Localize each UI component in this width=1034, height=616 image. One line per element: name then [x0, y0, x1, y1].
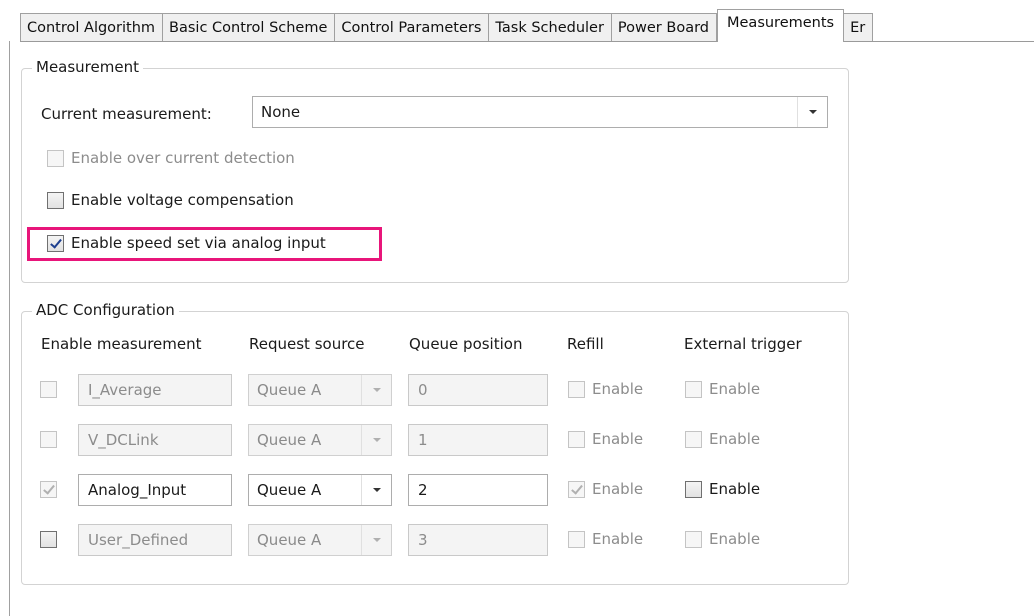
checkbox-box[interactable]	[40, 531, 57, 548]
checkbox-box[interactable]	[47, 191, 64, 209]
chevron-down-icon[interactable]	[797, 97, 827, 127]
chevron-down-icon[interactable]	[361, 425, 391, 455]
measurement-name-field[interactable]: V_DCLink	[78, 424, 232, 456]
checkbox-box[interactable]	[40, 381, 57, 398]
voltage-compensation-label: Enable voltage compensation	[71, 191, 294, 209]
over-current-label: Enable over current detection	[71, 149, 295, 167]
tab-measurements[interactable]: Measurements	[717, 9, 845, 42]
external-trigger-label: Enable	[709, 480, 761, 498]
external-trigger-checkbox[interactable]: Enable	[685, 380, 760, 398]
tab-bar: Control Algorithm Basic Control Scheme C…	[20, 9, 1034, 42]
measurement-group-title: Measurement	[32, 58, 143, 76]
current-measurement-select[interactable]: None	[252, 96, 828, 128]
chevron-down-icon[interactable]	[361, 475, 391, 505]
request-source-select[interactable]: Queue A	[248, 474, 392, 506]
checkbox-box[interactable]	[47, 234, 64, 252]
external-trigger-label: Enable	[709, 430, 761, 448]
enable-measurement-checkbox[interactable]	[40, 381, 64, 398]
request-source-select[interactable]: Queue A	[248, 424, 392, 456]
checkbox-box[interactable]	[685, 430, 702, 448]
queue-position-field[interactable]: 3	[408, 524, 548, 556]
refill-label: Enable	[592, 430, 644, 448]
request-source-value: Queue A	[257, 481, 322, 499]
speed-analog-checkbox[interactable]: Enable speed set via analog input	[47, 234, 326, 252]
checkbox-box[interactable]	[568, 530, 585, 548]
column-header-enable: Enable measurement	[41, 335, 202, 353]
voltage-compensation-checkbox[interactable]: Enable voltage compensation	[47, 191, 294, 209]
tab-control-parameters[interactable]: Control Parameters	[335, 13, 490, 41]
tab-power-board[interactable]: Power Board	[611, 13, 717, 41]
external-trigger-checkbox[interactable]: Enable	[685, 430, 760, 448]
measurement-name-field[interactable]: User_Defined	[78, 524, 232, 556]
queue-position-field[interactable]: 0	[408, 374, 548, 406]
queue-position-field[interactable]: 2	[408, 474, 548, 506]
column-header-trigger: External trigger	[684, 335, 802, 353]
over-current-checkbox[interactable]: Enable over current detection	[47, 149, 295, 167]
request-source-select[interactable]: Queue A	[248, 524, 392, 556]
enable-measurement-checkbox[interactable]	[40, 431, 64, 448]
refill-label: Enable	[592, 530, 644, 548]
refill-checkbox[interactable]: Enable	[568, 480, 643, 498]
tab-errors[interactable]: Er	[844, 13, 874, 41]
current-measurement-value: None	[261, 103, 301, 121]
refill-checkbox[interactable]: Enable	[568, 430, 643, 448]
refill-checkbox[interactable]: Enable	[568, 380, 643, 398]
column-header-queue: Queue position	[409, 335, 523, 353]
checkbox-box[interactable]	[40, 431, 57, 448]
refill-label: Enable	[592, 380, 644, 398]
checkbox-box[interactable]	[685, 480, 702, 498]
column-header-refill: Refill	[567, 335, 604, 353]
tab-basic-control-scheme[interactable]: Basic Control Scheme	[163, 13, 336, 41]
enable-measurement-checkbox[interactable]	[40, 531, 64, 548]
request-source-value: Queue A	[257, 381, 322, 399]
checkbox-box[interactable]	[685, 380, 702, 398]
current-measurement-label: Current measurement:	[41, 105, 212, 123]
checkbox-box[interactable]	[568, 480, 585, 498]
external-trigger-label: Enable	[709, 380, 761, 398]
enable-measurement-checkbox[interactable]	[40, 481, 64, 498]
column-header-request: Request source	[249, 335, 365, 353]
checkbox-box[interactable]	[40, 481, 57, 498]
refill-label: Enable	[592, 480, 644, 498]
tab-control-algorithm[interactable]: Control Algorithm	[20, 13, 164, 41]
request-source-value: Queue A	[257, 531, 322, 549]
adc-configuration-title: ADC Configuration	[32, 301, 179, 319]
request-source-select[interactable]: Queue A	[248, 374, 392, 406]
external-trigger-checkbox[interactable]: Enable	[685, 480, 760, 498]
checkbox-box[interactable]	[568, 430, 585, 448]
checkbox-box[interactable]	[568, 380, 585, 398]
checkbox-box[interactable]	[685, 530, 702, 548]
measurement-name-field[interactable]: I_Average	[78, 374, 232, 406]
measurement-name-field[interactable]: Analog_Input	[78, 474, 232, 506]
request-source-value: Queue A	[257, 431, 322, 449]
checkbox-box[interactable]	[47, 149, 64, 167]
refill-checkbox[interactable]: Enable	[568, 530, 643, 548]
speed-analog-label: Enable speed set via analog input	[71, 234, 326, 252]
chevron-down-icon[interactable]	[361, 525, 391, 555]
queue-position-field[interactable]: 1	[408, 424, 548, 456]
tab-task-scheduler[interactable]: Task Scheduler	[489, 13, 612, 41]
external-trigger-checkbox[interactable]: Enable	[685, 530, 760, 548]
chevron-down-icon[interactable]	[361, 375, 391, 405]
external-trigger-label: Enable	[709, 530, 761, 548]
